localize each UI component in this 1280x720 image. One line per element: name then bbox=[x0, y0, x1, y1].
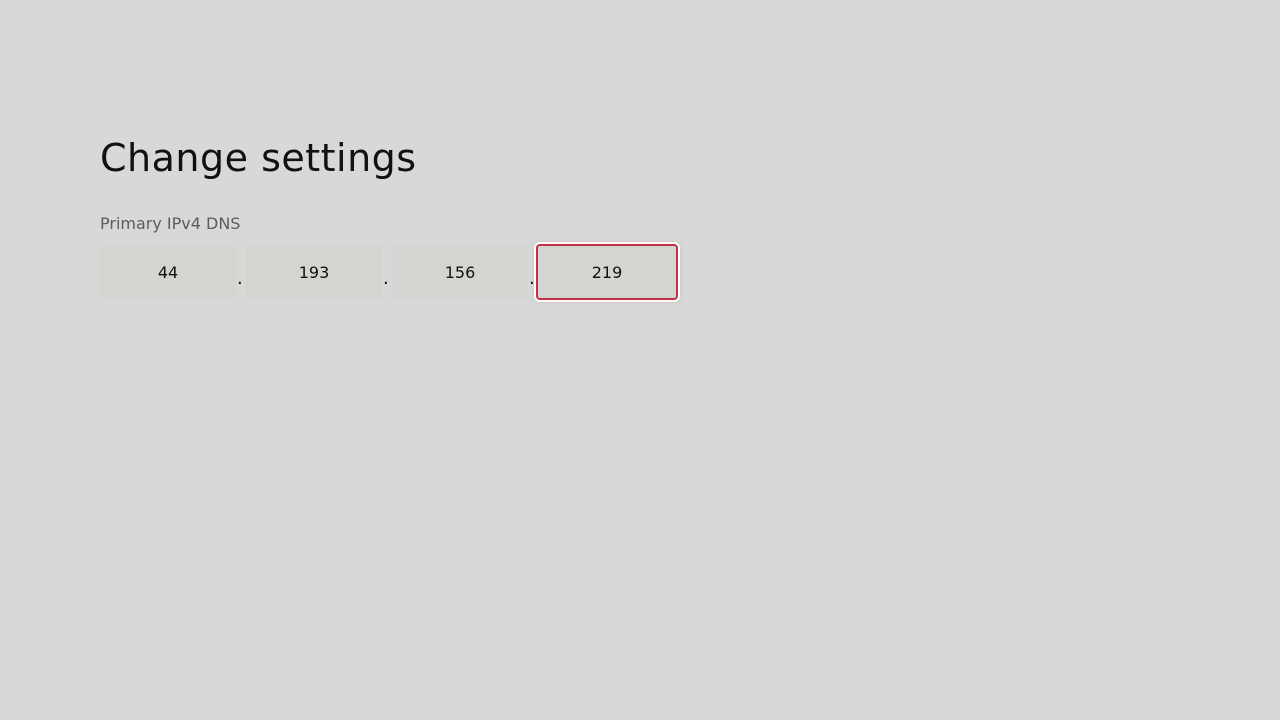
primary-ipv4-dns-label: Primary IPv4 DNS bbox=[100, 214, 241, 233]
dns-octet-3-input[interactable]: 156 bbox=[392, 246, 528, 298]
octet-separator: . bbox=[237, 268, 243, 289]
dns-octet-1-input[interactable]: 44 bbox=[100, 246, 236, 298]
dns-octet-4-input[interactable]: 219 bbox=[536, 244, 678, 300]
screen: Change settings Primary IPv4 DNS 44 . 19… bbox=[0, 0, 1280, 720]
page-title: Change settings bbox=[100, 136, 417, 180]
dns-octet-2-input[interactable]: 193 bbox=[246, 246, 382, 298]
octet-separator: . bbox=[383, 268, 389, 289]
octet-separator: . bbox=[529, 268, 535, 289]
